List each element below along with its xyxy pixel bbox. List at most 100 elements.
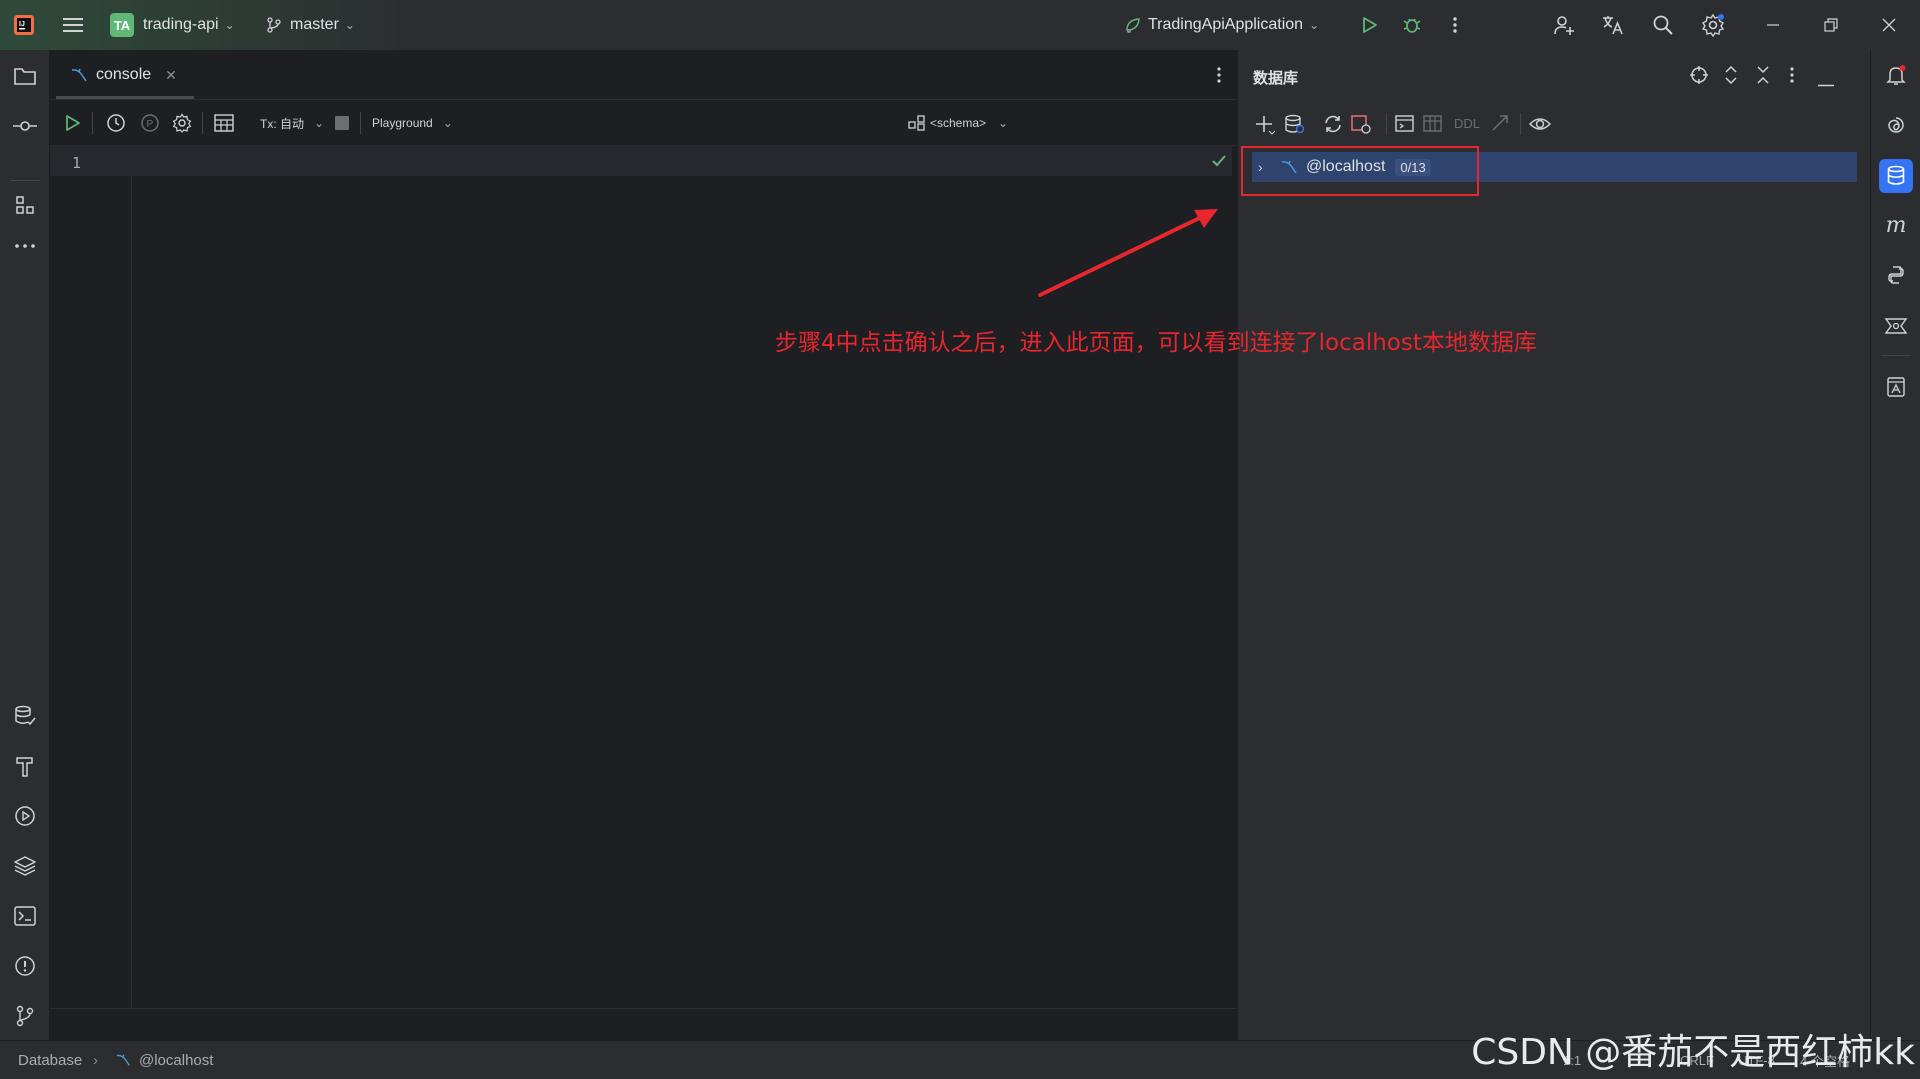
close-window-icon[interactable] [1877, 13, 1901, 37]
toolbar-separator [1386, 113, 1387, 135]
branch-selector[interactable]: master ⌄ [266, 0, 355, 50]
explain-plan-icon[interactable]: P [140, 111, 160, 135]
query-console-icon[interactable] [1394, 113, 1416, 140]
toolbar-separator [92, 112, 93, 134]
collapse-all-icon[interactable] [1756, 65, 1770, 90]
stop-icon[interactable] [334, 111, 350, 135]
tab-console[interactable]: console ✕ [56, 50, 191, 100]
database-tool-active-icon[interactable] [1879, 159, 1913, 193]
database-changes-icon[interactable] [13, 704, 37, 728]
main-menu-icon[interactable] [61, 13, 85, 37]
locate-icon[interactable] [1689, 65, 1709, 90]
table-view-icon[interactable] [214, 111, 234, 135]
breadcrumb-root[interactable]: Database [18, 1052, 82, 1069]
services-run-icon[interactable] [13, 804, 37, 828]
jump-to-source-icon[interactable] [1490, 113, 1512, 140]
svg-text:P: P [147, 119, 154, 130]
run-icon[interactable] [1357, 13, 1381, 37]
chevron-down-icon: ⌄ [1309, 18, 1320, 32]
expand-all-icon[interactable] [1724, 65, 1738, 90]
add-user-icon[interactable] [1552, 13, 1576, 37]
right-tool-strip: m [1870, 50, 1920, 1040]
problems-icon[interactable] [13, 954, 37, 978]
structure-icon[interactable] [13, 193, 37, 217]
database-tool-window: 数据库 DDL › @localhost 0/13 [1237, 50, 1870, 1040]
search-icon[interactable] [1651, 13, 1675, 37]
project-folder-icon[interactable] [13, 64, 37, 88]
gutter-line-highlight [50, 146, 132, 176]
translation-panel-icon[interactable] [1884, 375, 1908, 399]
csdn-watermark: CSDN @番茄不是西红柿kk [1471, 1032, 1915, 1073]
schema-selector[interactable]: <schema> ⌄ [908, 111, 1008, 135]
close-tab-icon[interactable]: ✕ [165, 67, 177, 84]
disconnect-icon[interactable] [1350, 113, 1372, 140]
terminal-icon[interactable] [13, 904, 37, 928]
schema-icon [908, 115, 925, 131]
more-actions-icon[interactable] [1443, 13, 1467, 37]
strip-divider [1881, 355, 1911, 356]
spring-run-icon [1126, 18, 1140, 33]
more-tools-icon[interactable] [13, 234, 37, 258]
editor-tab-bar: console ✕ [50, 50, 1237, 100]
toolbar-separator [360, 112, 361, 134]
highlight-box [1241, 146, 1479, 196]
datasource-properties-icon[interactable] [1284, 113, 1306, 140]
git-icon[interactable] [13, 1004, 37, 1028]
run-config-name: TradingApiApplication [1148, 16, 1304, 33]
chevron-down-icon: ⌄ [344, 18, 355, 32]
maven-icon[interactable]: m [1884, 213, 1908, 238]
table-editor-icon[interactable] [1422, 113, 1444, 140]
schema-label: <schema> [930, 116, 987, 130]
playground-dropdown[interactable]: Playground ⌄ [372, 111, 453, 135]
tab-options-icon[interactable] [1217, 66, 1221, 89]
history-icon[interactable] [106, 111, 126, 135]
add-datasource-icon[interactable] [1253, 113, 1276, 140]
playground-label: Playground [372, 116, 433, 130]
active-tab-indicator [56, 96, 194, 99]
translate-icon[interactable] [1601, 13, 1625, 37]
notifications-bell-icon[interactable] [1884, 63, 1908, 87]
layers-icon[interactable] [13, 854, 37, 878]
panel-options-icon[interactable] [1790, 66, 1794, 89]
breadcrumb-chevron-icon: › [93, 1051, 98, 1069]
project-badge: TA [110, 13, 134, 37]
chevron-down-icon: ⌄ [442, 116, 453, 130]
console-settings-icon[interactable] [172, 111, 192, 135]
ddl-button[interactable]: DDL [1454, 116, 1480, 131]
refresh-icon[interactable] [1322, 113, 1344, 140]
transaction-mode-dropdown[interactable]: Tx: 自动 ⌄ [260, 111, 324, 135]
current-line-highlight [132, 146, 1232, 176]
chevron-down-icon: ⌄ [224, 18, 235, 32]
git-branch-icon [267, 17, 281, 33]
bigdata-tools-icon[interactable] [1884, 313, 1908, 337]
settings-gear-icon[interactable] [1701, 13, 1725, 37]
tx-mode-label: Tx: 自动 [260, 116, 304, 131]
build-hammer-icon[interactable] [13, 754, 37, 778]
hide-panel-icon[interactable] [1818, 74, 1834, 92]
commit-icon[interactable] [13, 114, 37, 138]
strip-divider [10, 180, 40, 181]
chevron-down-icon: ⌄ [998, 116, 1009, 130]
svg-text:IJ: IJ [19, 21, 25, 28]
annotation-text: 步骤4中点击确认之后，进入此页面，可以看到连接了localhost本地数据库 [775, 330, 1537, 356]
debug-icon[interactable] [1400, 13, 1424, 37]
line-number-gutter: 1 [50, 146, 132, 1008]
project-selector[interactable]: TA trading-api ⌄ [110, 0, 235, 50]
mysql-dolphin-icon [71, 68, 87, 82]
line-number-text: 1 [72, 154, 82, 172]
restore-icon[interactable] [1819, 13, 1843, 37]
toolbar-separator [1520, 113, 1521, 135]
breadcrumb-leaf[interactable]: @localhost [139, 1052, 213, 1069]
editor-bottom-bar [50, 1008, 1237, 1040]
editor-area: console ✕ P Tx: 自动 ⌄ Playground ⌄ <schem… [50, 50, 1237, 1040]
title-bar: IJ TA trading-api ⌄ master ⌄ TradingApiA… [0, 0, 1920, 50]
ai-assistant-spiral-icon[interactable] [1884, 113, 1908, 137]
minimize-icon[interactable] [1761, 13, 1785, 37]
annotation-arrow [1038, 209, 1218, 297]
tab-label: console [96, 66, 152, 83]
view-options-eye-icon[interactable] [1528, 113, 1552, 140]
run-config-selector[interactable]: TradingApiApplication ⌄ [1124, 0, 1319, 50]
python-console-icon[interactable] [1884, 263, 1908, 287]
intellij-logo-icon[interactable]: IJ [12, 13, 36, 37]
execute-icon[interactable] [64, 111, 82, 135]
